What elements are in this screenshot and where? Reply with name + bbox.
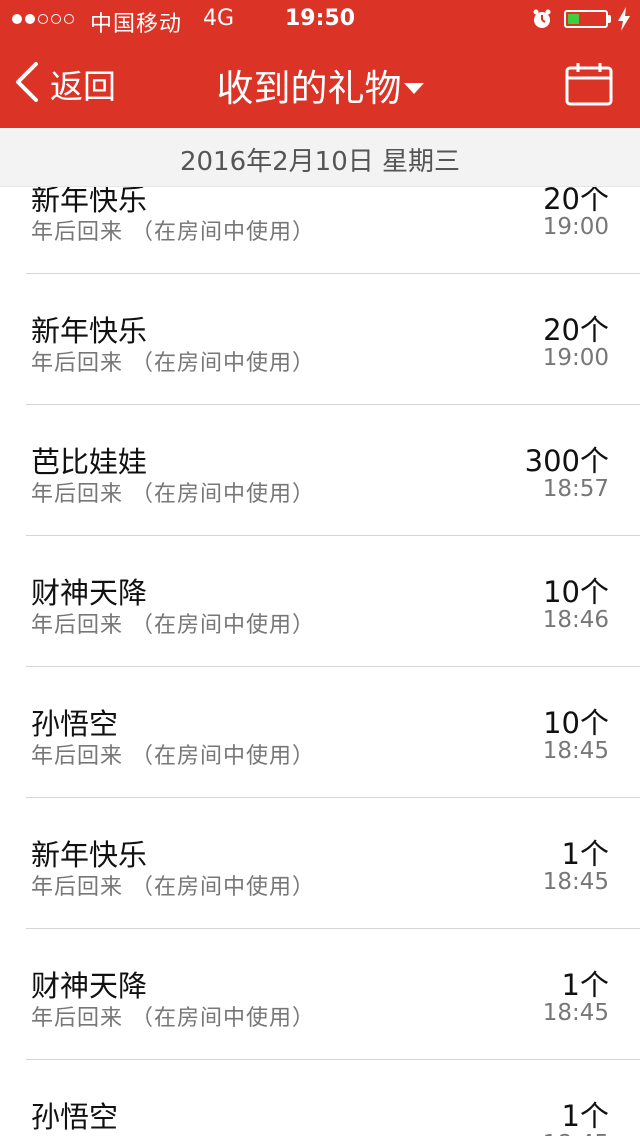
gift-name: 孙悟空 [31,1100,119,1134]
gift-note: 年后回来 （在房间中使用） [31,351,315,376]
gift-row[interactable]: 财神天降年后回来 （在房间中使用） 10个 18:46 [26,536,640,667]
gift-note: 年后回来 （在房间中使用） [31,1131,315,1136]
gift-note: 年后回来 （在房间中使用） [31,220,315,245]
gift-count: 1个 [561,968,609,1002]
gift-name: 财神天降 [31,969,148,1003]
calendar-icon[interactable] [565,62,613,110]
gift-time: 18:45 [542,738,609,764]
gift-note: 年后回来 （在房间中使用） [31,744,315,769]
gift-time: 18:45 [542,1000,609,1026]
gift-count: 20个 [543,313,609,347]
gift-time: 18:46 [542,607,609,633]
gift-count: 1个 [561,1099,609,1133]
gift-name: 孙悟空 [31,707,119,741]
caret-down-icon [403,83,424,94]
gift-count: 300个 [524,444,609,478]
header: 中国移动 4G 19:50 返回 收到的礼物 [0,0,640,128]
gift-time: 18:57 [542,476,609,502]
gift-name: 新年快乐 [31,314,148,348]
alarm-icon [531,8,553,36]
battery-level [568,14,579,24]
title-dropdown[interactable]: 收到的礼物 [0,58,640,112]
date-label: 2016年2月10日 星期三 [179,147,461,177]
gift-count: 1个 [561,837,609,871]
gift-row[interactable]: 财神天降年后回来 （在房间中使用） 1个 18:45 [26,929,640,1060]
gift-note: 年后回来 （在房间中使用） [31,1006,315,1031]
gift-name: 新年快乐 [31,838,148,872]
navigation-bar: 返回 收到的礼物 [0,40,640,128]
gift-note: 年后回来 （在房间中使用） [31,613,315,638]
gift-note: 年后回来 （在房间中使用） [31,875,315,900]
app-screen: 中国移动 4G 19:50 返回 收到的礼物 2016年2月10日 星期三 新年… [0,0,640,1136]
gift-time: 19:00 [542,214,609,240]
battery-tip [608,15,611,23]
gift-name: 财神天降 [31,576,148,610]
battery-icon [564,10,608,28]
page-title: 收到的礼物 [216,67,402,110]
gift-list: 新年快乐 年后回来 （在房间中使用） 20个 19:00 新年快乐 年后回来 （在房间中使… [0,143,640,1136]
status-bar: 中国移动 4G 19:50 [0,0,640,40]
date-section-header: 2016年2月10日 星期三 [0,128,640,187]
gift-time: 18:45 [543,1131,609,1136]
gift-row[interactable]: 新年快乐年后回来 （在房间中使用） 1个 18:45 [26,798,640,929]
gift-note: 年后回来 （在房间中使用） [31,482,315,507]
gift-count: 10个 [543,706,609,740]
gift-time: 18:45 [542,869,609,895]
gift-row[interactable]: 芭比娃娃年后回来 （在房间中使用） 300个 18:57 [26,405,640,536]
gift-count: 10个 [543,575,609,609]
gift-time: 19:00 [542,345,609,371]
gift-row[interactable]: 孙悟空年后回来 （在房间中使用） 10个 18:45 [26,667,640,798]
charging-icon [617,6,631,38]
gift-name: 芭比娃娃 [31,445,148,479]
gift-row[interactable]: 孙悟空年后回来 （在房间中使用） 1个18:45 [26,1060,640,1136]
gift-row[interactable]: 新年快乐年后回来 （在房间中使用） 20个 19:00 [26,274,640,405]
